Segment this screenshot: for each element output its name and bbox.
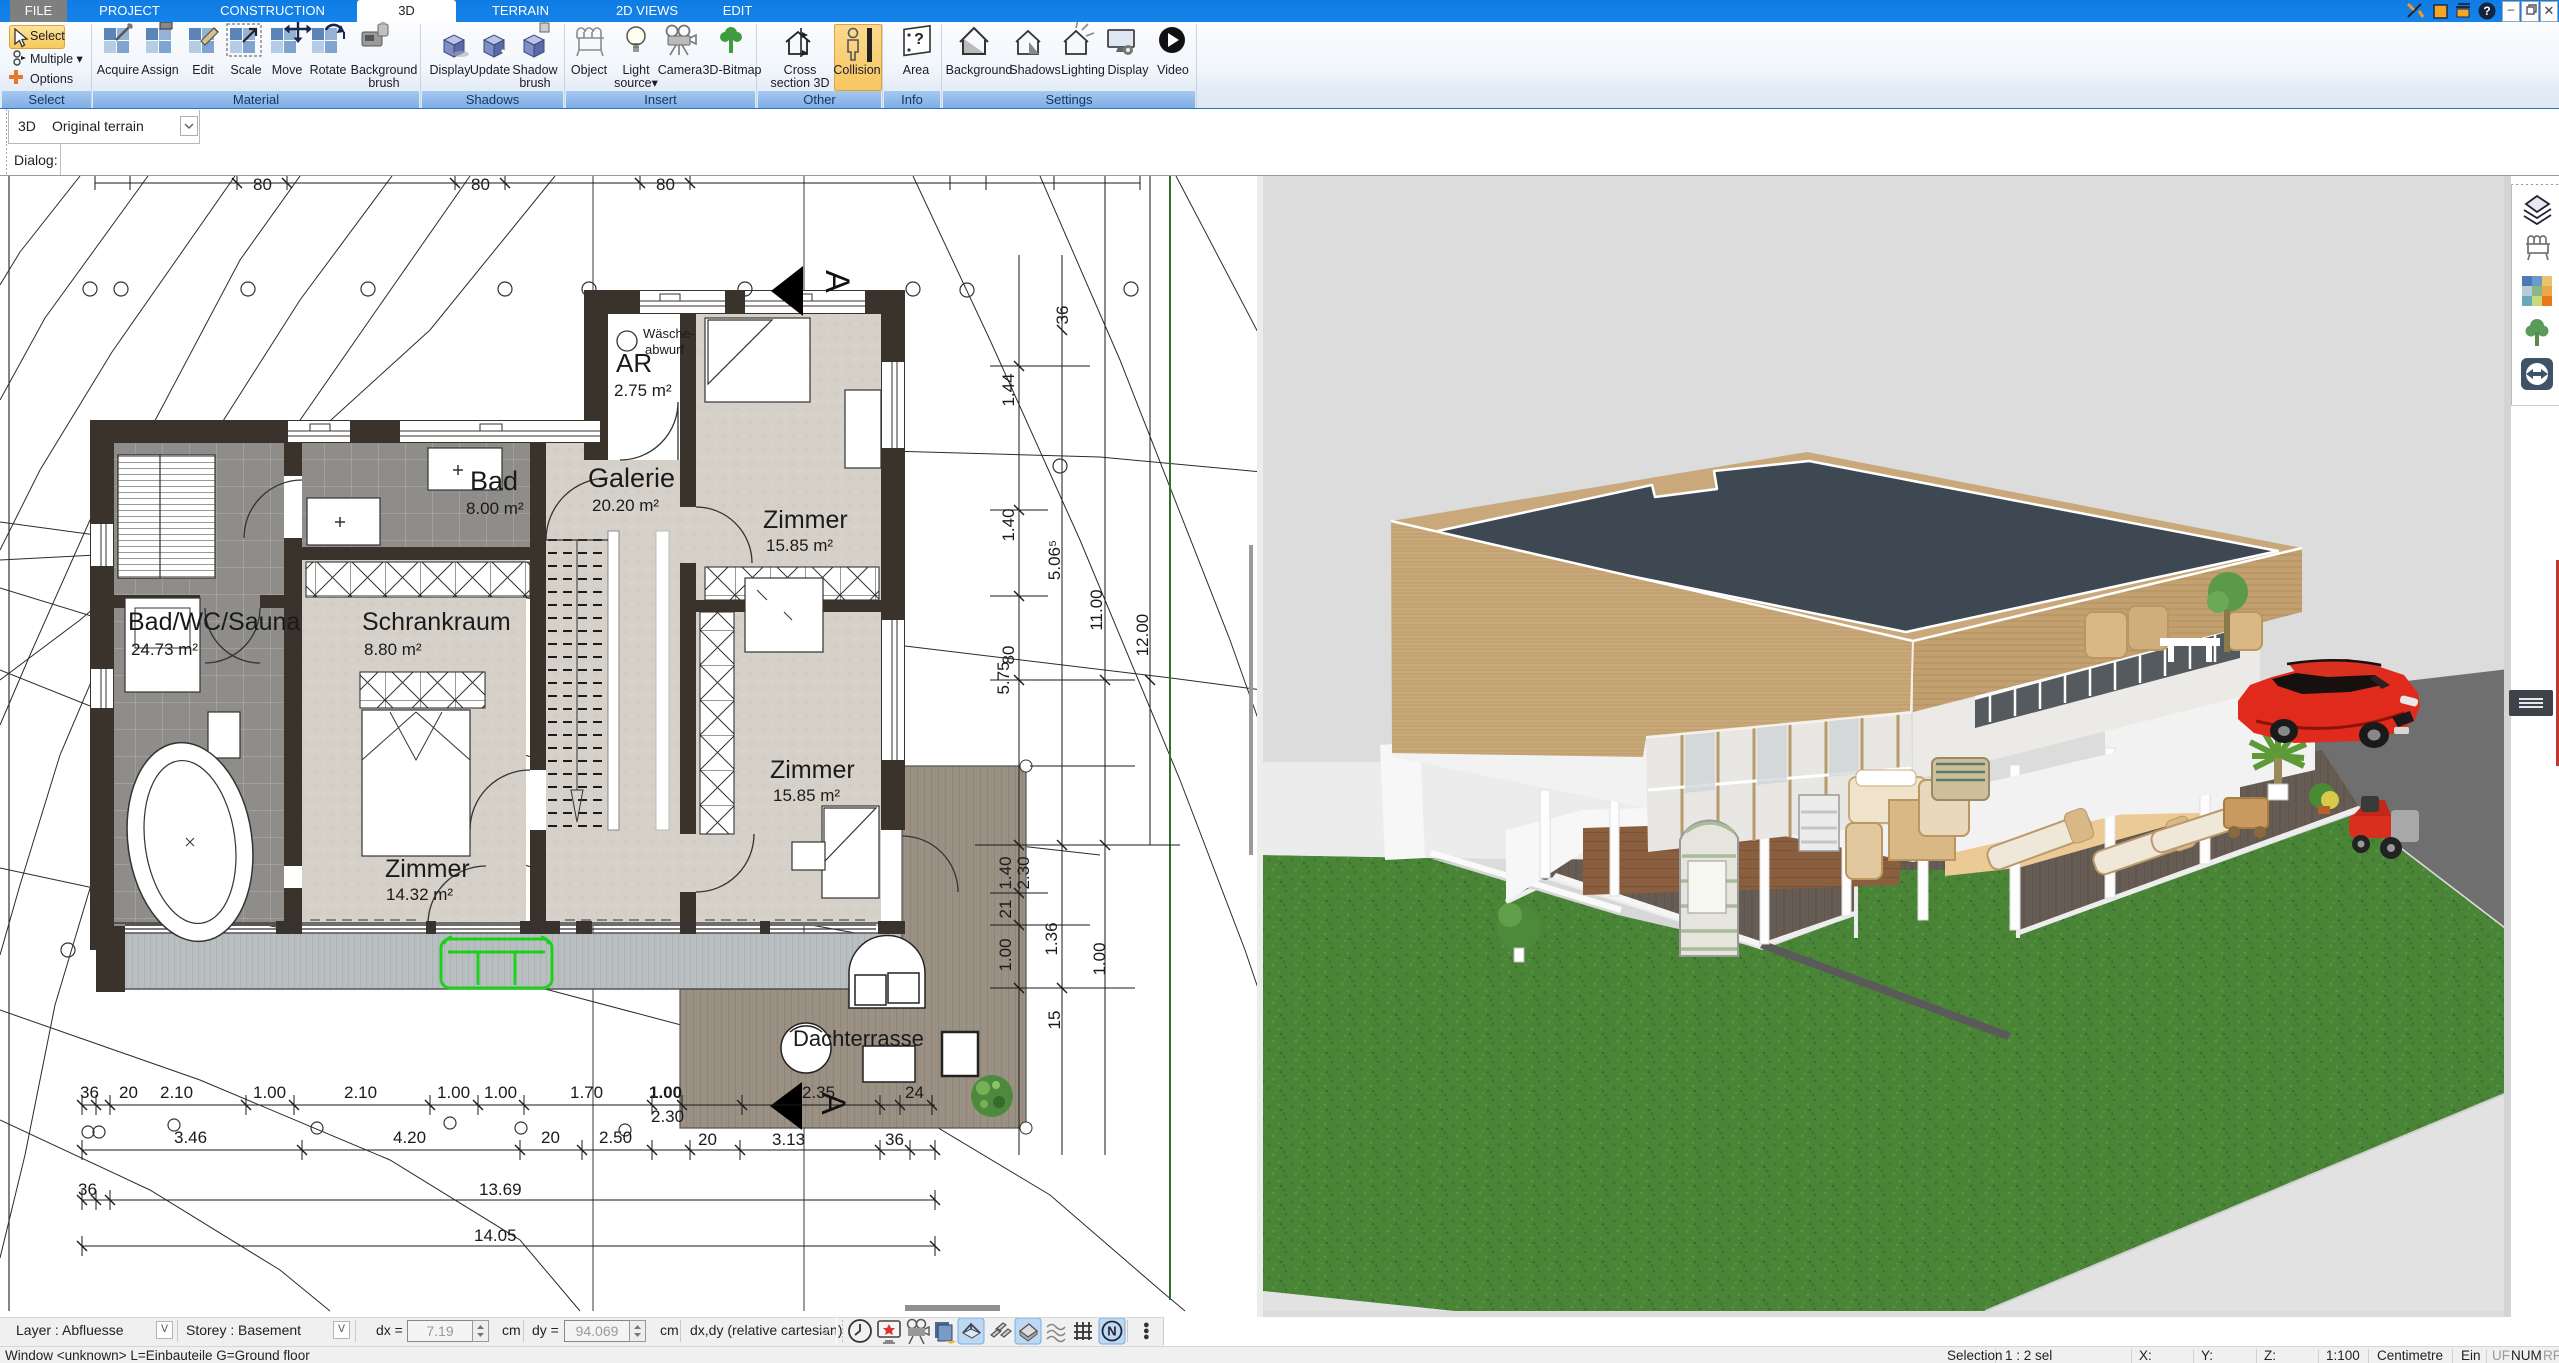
svg-text:abwurf: abwurf bbox=[645, 342, 684, 357]
svg-text:1.70: 1.70 bbox=[570, 1083, 603, 1102]
svg-text:4.20: 4.20 bbox=[393, 1128, 426, 1147]
svg-text:24.73 m²: 24.73 m² bbox=[131, 640, 198, 659]
svg-text:20.20 m²: 20.20 m² bbox=[592, 496, 659, 515]
svg-text:80: 80 bbox=[471, 176, 490, 194]
svg-text:2.50: 2.50 bbox=[599, 1128, 632, 1147]
svg-text:36: 36 bbox=[80, 1083, 99, 1102]
svg-text:21: 21 bbox=[996, 900, 1015, 919]
svg-text:1.40: 1.40 bbox=[996, 856, 1015, 889]
svg-text:Galerie: Galerie bbox=[588, 463, 675, 493]
svg-text:?: ? bbox=[914, 31, 924, 48]
svg-text:80: 80 bbox=[253, 176, 272, 194]
svg-text:15.85 m²: 15.85 m² bbox=[773, 786, 840, 805]
svg-text:36: 36 bbox=[1053, 306, 1072, 325]
svg-text:1.00: 1.00 bbox=[649, 1083, 682, 1102]
svg-text:Dachterrasse: Dachterrasse bbox=[793, 1026, 924, 1051]
svg-text:2.10: 2.10 bbox=[160, 1083, 193, 1102]
svg-text:1.00: 1.00 bbox=[996, 938, 1015, 971]
svg-text:36: 36 bbox=[78, 1180, 97, 1199]
svg-text:Bad: Bad bbox=[470, 466, 518, 496]
svg-text:14.05: 14.05 bbox=[474, 1226, 517, 1245]
svg-text:1.00: 1.00 bbox=[1090, 942, 1109, 975]
svg-text:2.35: 2.35 bbox=[802, 1083, 835, 1102]
svg-text:?: ? bbox=[2483, 4, 2490, 18]
svg-text:1.00: 1.00 bbox=[437, 1083, 470, 1102]
svg-text:2.75 m²: 2.75 m² bbox=[614, 381, 672, 400]
svg-text:5.06⁵: 5.06⁵ bbox=[1045, 540, 1064, 580]
svg-text:1.36: 1.36 bbox=[1042, 922, 1061, 955]
svg-text:15.85 m²: 15.85 m² bbox=[766, 536, 833, 555]
svg-text:20: 20 bbox=[119, 1083, 138, 1102]
svg-text:1.00: 1.00 bbox=[253, 1083, 286, 1102]
svg-text:24: 24 bbox=[905, 1083, 924, 1102]
svg-text:11.00: 11.00 bbox=[1087, 589, 1106, 630]
svg-text:3.13: 3.13 bbox=[772, 1130, 805, 1149]
svg-text:Wäsche-: Wäsche- bbox=[643, 326, 694, 341]
svg-text:A: A bbox=[818, 270, 856, 293]
svg-text:20: 20 bbox=[541, 1128, 560, 1147]
svg-text:Bad/WC/Sauna: Bad/WC/Sauna bbox=[128, 608, 300, 636]
svg-text:2.10: 2.10 bbox=[344, 1083, 377, 1102]
svg-text:Zimmer: Zimmer bbox=[763, 506, 848, 534]
svg-text:1.44: 1.44 bbox=[999, 373, 1018, 406]
svg-text:Zimmer: Zimmer bbox=[385, 855, 470, 883]
svg-text:15: 15 bbox=[1045, 1011, 1064, 1030]
svg-text:8.00 m²: 8.00 m² bbox=[466, 499, 524, 518]
svg-text:1.00: 1.00 bbox=[484, 1083, 517, 1102]
svg-text:N: N bbox=[1107, 1324, 1116, 1339]
svg-text:1.40: 1.40 bbox=[999, 508, 1018, 541]
svg-text:8.80 m²: 8.80 m² bbox=[364, 640, 422, 659]
svg-text:5.75: 5.75 bbox=[994, 661, 1013, 694]
svg-text:20: 20 bbox=[698, 1130, 717, 1149]
svg-text:3.46: 3.46 bbox=[174, 1128, 207, 1147]
svg-text:13.69: 13.69 bbox=[479, 1180, 522, 1199]
svg-text:80: 80 bbox=[656, 176, 675, 194]
svg-text:14.32 m²: 14.32 m² bbox=[386, 885, 453, 904]
svg-text:Schrankraum: Schrankraum bbox=[362, 608, 511, 636]
svg-text:2.30: 2.30 bbox=[1014, 856, 1033, 889]
svg-text:Zimmer: Zimmer bbox=[770, 756, 855, 784]
svg-text:12.00: 12.00 bbox=[1133, 614, 1152, 657]
svg-text:2.30: 2.30 bbox=[651, 1107, 684, 1126]
svg-text:36: 36 bbox=[885, 1130, 904, 1149]
